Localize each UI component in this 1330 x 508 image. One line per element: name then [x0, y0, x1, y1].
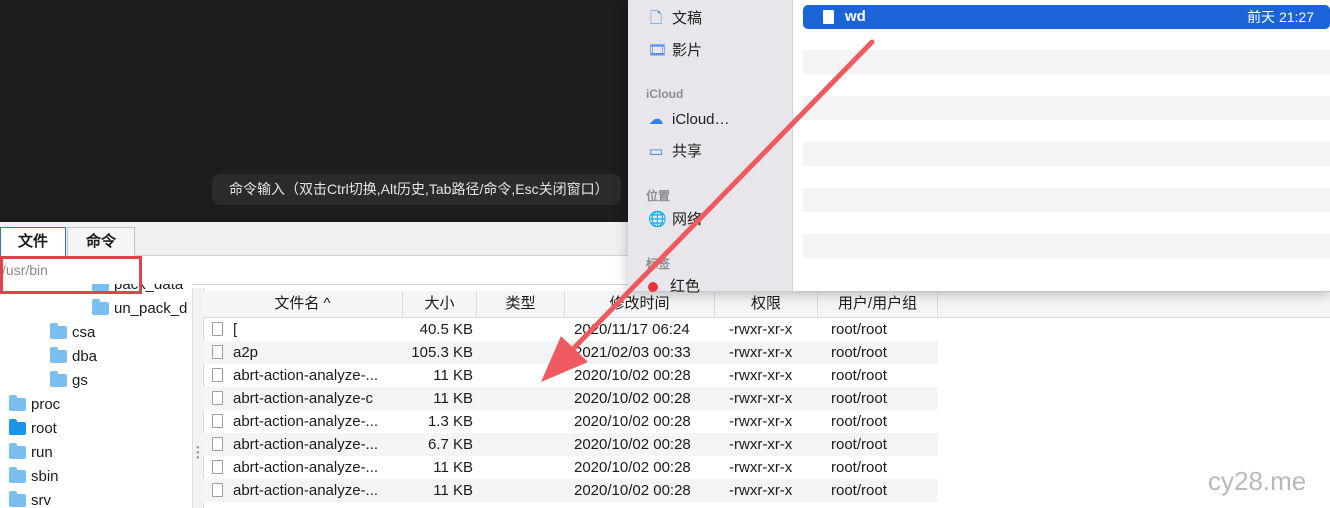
tree-item[interactable]: csa [50, 322, 95, 344]
film-icon: 🎞 [648, 42, 668, 59]
folder-icon [9, 419, 26, 435]
sidebar-section-icloud: iCloud [646, 87, 684, 101]
table-row[interactable]: abrt-action-analyze-... 11 KB 2020/10/02 0… [203, 456, 938, 479]
column-header-name[interactable]: 文件名 ^ [203, 291, 403, 317]
finder-file-list: wd 前天 21:27 [803, 0, 1330, 291]
table-row[interactable]: abrt-action-analyze-... 11 KB 2020/10/02 0… [203, 479, 938, 502]
tab-commands[interactable]: 命令 [67, 227, 135, 256]
file-icon [823, 10, 834, 24]
column-header-size[interactable]: 大小 [403, 291, 477, 317]
table-row[interactable]: abrt-action-analyze-... 11 KB 2020/10/02 0… [203, 364, 938, 387]
sidebar-item-red-tag[interactable]: 红色 [648, 275, 700, 299]
sidebar-item-shared[interactable]: ▭ 共享 [648, 140, 702, 164]
table-row[interactable]: abrt-action-analyze-... 1.3 KB 2020/10/02 … [203, 410, 938, 433]
file-table: [40.5 KB 2020/11/17 06:24 -rwxr-xr-x root/r… [203, 318, 938, 502]
column-header-owner[interactable]: 用户/用户组 [818, 291, 938, 317]
table-row[interactable]: [40.5 KB 2020/11/17 06:24 -rwxr-xr-x root/r… [203, 318, 938, 341]
column-header-perm[interactable]: 权限 [715, 291, 818, 317]
folder-icon [9, 491, 26, 507]
sidebar-item-documents[interactable]: 🗋 文稿 [648, 7, 702, 31]
folder-icon [50, 323, 67, 339]
cloud-icon: ☁ [648, 111, 664, 128]
file-table-header: 文件名 ^ 大小 类型 修改时间 权限 用户/用户组 [203, 291, 1330, 318]
drag-handle-icon: ● ● ● [196, 445, 200, 461]
finder-empty-row [803, 142, 1330, 166]
tree-item[interactable]: run [9, 442, 53, 464]
directory-tree[interactable]: pack_data un_pack_d csa dba gs proc root… [0, 284, 192, 508]
tree-item[interactable]: dba [50, 346, 97, 368]
file-icon [212, 414, 223, 428]
sidebar-section-tags: 标签 [646, 257, 671, 271]
file-icon [212, 460, 223, 474]
annotation-box [0, 256, 142, 294]
file-icon [212, 391, 223, 405]
document-icon: 🗋 [649, 10, 663, 27]
folder-icon [9, 443, 26, 459]
finder-empty-row [803, 234, 1330, 258]
tree-item[interactable]: srv [9, 490, 51, 508]
sidebar-item-icloud-drive[interactable]: ☁ iCloud… [648, 108, 730, 132]
folder-icon [9, 395, 26, 411]
column-header-type[interactable]: 类型 [477, 291, 565, 317]
finder-window[interactable]: 🗋 文稿 🎞 影片 iCloud ☁ iCloud… ▭ 共享 位置 🌐 网络 标签 红色… [628, 0, 1330, 295]
folder-icon [50, 347, 67, 363]
file-icon [212, 368, 223, 382]
table-row[interactable]: abrt-action-analyze-... 6.7 KB 2020/10/02 … [203, 433, 938, 456]
table-row[interactable]: abrt-action-analyze-c 11 KB 2020/10/02 00:… [203, 387, 938, 410]
finder-sidebar: 🗋 文稿 🎞 影片 iCloud ☁ iCloud… ▭ 共享 位置 🌐 网络 标签 红色 [628, 0, 793, 295]
tree-item[interactable]: gs [50, 370, 88, 392]
sidebar-section-locations: 位置 [646, 189, 671, 203]
table-row[interactable]: a2p 105.3 KB 2021/02/03 00:33 -rwxr-xr-x roo… [203, 341, 938, 364]
tree-item[interactable]: sbin [9, 466, 59, 488]
red-tag-icon [648, 282, 658, 292]
tree-item[interactable]: proc [9, 394, 60, 416]
finder-empty-row [803, 96, 1330, 120]
terminal-panel[interactable]: 命令输入（双击Ctrl切换,Alt历史,Tab路径/命令,Esc关闭窗口） [0, 0, 640, 222]
tree-item[interactable]: root [9, 418, 57, 440]
file-icon [212, 483, 223, 497]
tab-files[interactable]: 文件 [0, 227, 66, 257]
shared-folder-icon: ▭ [648, 143, 664, 160]
globe-icon: 🌐 [648, 211, 667, 228]
file-icon [212, 322, 223, 336]
sidebar-item-movies[interactable]: 🎞 影片 [648, 39, 702, 63]
file-icon [212, 345, 223, 359]
folder-icon [50, 371, 67, 387]
finder-file-row-selected[interactable]: wd 前天 21:27 [803, 5, 1330, 29]
command-input-hint[interactable]: 命令输入（双击Ctrl切换,Alt历史,Tab路径/命令,Esc关闭窗口） [212, 174, 621, 205]
folder-icon [92, 299, 109, 315]
finder-empty-row [803, 188, 1330, 212]
tab-bar: 文件 命令 [0, 222, 640, 257]
finder-empty-row [803, 50, 1330, 74]
folder-icon [9, 467, 26, 483]
sidebar-item-network[interactable]: 🌐 网络 [648, 208, 702, 232]
watermark-text: cy28.me [1208, 466, 1307, 496]
tree-item[interactable]: un_pack_d [92, 298, 187, 320]
file-icon [212, 437, 223, 451]
